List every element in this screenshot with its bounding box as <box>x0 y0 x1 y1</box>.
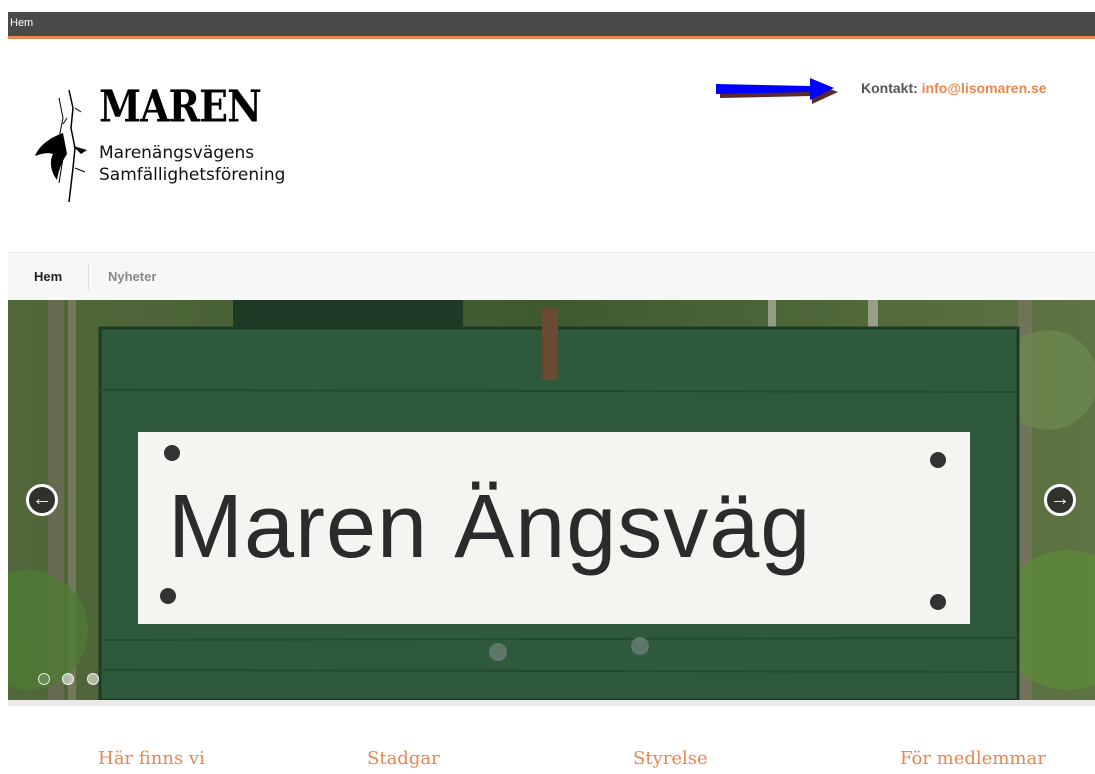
slider-indicators <box>38 672 107 690</box>
image-slider: Maren Ängsväg ← → <box>8 300 1095 700</box>
nav-item-nyheter[interactable]: Nyheter <box>108 269 156 284</box>
top-bar-home-link[interactable]: Hem <box>10 17 33 29</box>
link-stadgar[interactable]: Stadgar <box>367 748 440 769</box>
logo-subtitle-line2: Samfällighetsförening <box>99 165 286 185</box>
slider-dot-1[interactable] <box>38 673 50 685</box>
sign-text: Maren Ängsväg <box>168 477 812 577</box>
top-bar: Hem <box>8 12 1095 39</box>
slider-prev-button[interactable]: ← <box>26 484 58 516</box>
link-for-medlemmar[interactable]: För medlemmar <box>900 748 1046 769</box>
logo-title: MAREN <box>99 80 262 132</box>
contact-info: Kontakt: info@lisomaren.se <box>861 80 1047 96</box>
woodpecker-logo-icon <box>35 89 87 203</box>
nav-item-hem[interactable]: Hem <box>34 269 62 284</box>
arrow-left-icon: ← <box>32 488 52 510</box>
logo-subtitle: Marenängsvägens Samfällighetsförening <box>99 142 285 186</box>
arrow-right-icon <box>716 78 838 104</box>
contact-label: Kontakt: <box>861 80 918 96</box>
site-logo[interactable]: MAREN Marenängsvägens Samfällighetsfören… <box>25 78 305 208</box>
slider-dot-3[interactable] <box>86 673 99 685</box>
link-styrelse[interactable]: Styrelse <box>633 748 708 769</box>
nav-divider <box>88 263 89 291</box>
link-har-finns-vi[interactable]: Här finns vi <box>98 748 205 769</box>
slider-dot-2[interactable] <box>62 673 75 685</box>
main-nav: Hem Nyheter <box>8 252 1095 301</box>
contact-email-link[interactable]: info@lisomaren.se <box>922 80 1047 96</box>
arrow-right-icon: → <box>1050 488 1070 510</box>
slider-next-button[interactable]: → <box>1044 484 1076 516</box>
slider-divider <box>8 700 1095 706</box>
logo-subtitle-line1: Marenängsvägens <box>99 143 255 163</box>
